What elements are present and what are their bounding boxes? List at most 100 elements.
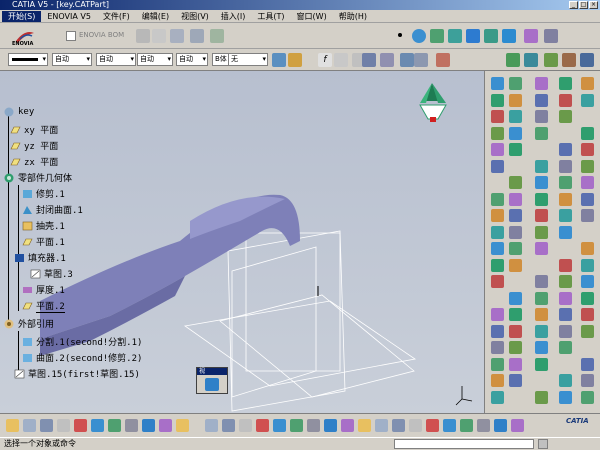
tool-icon[interactable] <box>581 176 594 189</box>
tool-icon[interactable] <box>559 77 572 90</box>
standard-tool-icon[interactable] <box>176 419 189 432</box>
tool-icon[interactable] <box>509 258 522 272</box>
tool-icon[interactable] <box>491 225 504 239</box>
standard-tool-icon[interactable] <box>256 419 269 432</box>
tool-icon[interactable] <box>535 308 548 321</box>
tool-icon[interactable] <box>581 77 594 90</box>
tool-icon[interactable] <box>509 308 522 321</box>
tool-icon[interactable] <box>509 341 522 354</box>
view-mode-icon[interactable] <box>205 378 219 391</box>
tool-icon[interactable] <box>535 110 548 123</box>
snap-icon[interactable] <box>152 29 166 43</box>
tool-icon[interactable] <box>491 209 504 222</box>
menu-view[interactable]: 视图(V) <box>175 11 215 22</box>
tool-icon[interactable] <box>535 291 548 305</box>
tree-zx-plane[interactable]: zx 平面 <box>10 155 58 168</box>
measure-icon[interactable] <box>400 53 414 67</box>
tool-icon[interactable] <box>581 209 594 222</box>
tool-icon[interactable] <box>559 93 572 107</box>
menu-edit[interactable]: 编辑(E) <box>136 11 175 22</box>
standard-tool-icon[interactable] <box>494 419 507 432</box>
tool-icon[interactable] <box>559 390 572 404</box>
standard-tool-icon[interactable] <box>125 419 138 432</box>
tool-icon[interactable] <box>535 242 548 255</box>
tool-icon[interactable] <box>491 159 504 173</box>
maximize-button[interactable]: □ <box>579 1 588 9</box>
healing-icon[interactable] <box>524 53 538 67</box>
join-icon[interactable] <box>506 53 520 67</box>
tool-icon[interactable] <box>559 225 572 239</box>
tool-icon[interactable] <box>535 357 548 371</box>
tool-icon[interactable] <box>581 291 594 305</box>
tool-icon[interactable] <box>509 357 522 371</box>
tool-icon[interactable] <box>491 308 504 321</box>
standard-tool-icon[interactable] <box>142 419 155 432</box>
menu-help[interactable]: 帮助(H) <box>333 11 373 22</box>
tool-icon[interactable] <box>509 77 522 90</box>
tool-icon[interactable] <box>509 143 522 156</box>
tool-icon[interactable] <box>535 209 548 222</box>
tool-icon[interactable] <box>509 374 522 387</box>
tree-surface2[interactable]: 曲面.2(second!修剪.2) <box>22 351 142 364</box>
standard-tool-icon[interactable] <box>477 419 490 432</box>
standard-tool-icon[interactable] <box>443 419 456 432</box>
tool-icon[interactable] <box>559 209 572 222</box>
knowledge-icon[interactable] <box>210 29 224 43</box>
table-icon[interactable] <box>362 53 376 67</box>
menu-insert[interactable]: 插入(I) <box>215 11 252 22</box>
tool-icon[interactable] <box>581 159 594 173</box>
close-button[interactable]: × <box>589 1 598 9</box>
tool-icon[interactable] <box>491 110 504 123</box>
tree-trim1[interactable]: 修剪.1 <box>22 187 65 200</box>
revolve-icon[interactable] <box>466 29 480 43</box>
tree-plane1[interactable]: 平面.1 <box>22 235 65 248</box>
tool-icon[interactable] <box>581 390 594 404</box>
tool-icon[interactable] <box>509 324 522 338</box>
tool-icon[interactable] <box>559 374 572 387</box>
tool-icon[interactable] <box>535 192 548 206</box>
standard-tool-icon[interactable] <box>40 419 53 432</box>
standard-tool-icon[interactable] <box>222 419 235 432</box>
trim-icon[interactable] <box>580 53 594 67</box>
sweep-icon[interactable] <box>430 29 444 43</box>
tree-shell1[interactable]: 抽壳.1 <box>22 219 65 232</box>
standard-tool-icon[interactable] <box>74 419 87 432</box>
tool-icon[interactable] <box>581 126 594 140</box>
tool-icon[interactable] <box>581 143 594 156</box>
tool-icon[interactable] <box>491 93 504 107</box>
command-input[interactable] <box>394 439 534 449</box>
tool-icon[interactable] <box>559 308 572 321</box>
extrude-icon[interactable] <box>448 29 462 43</box>
menu-file[interactable]: 文件(F) <box>97 11 136 22</box>
tool-icon[interactable] <box>491 390 504 404</box>
standard-tool-icon[interactable] <box>375 419 388 432</box>
standard-tool-icon[interactable] <box>460 419 473 432</box>
tool-icon[interactable] <box>535 225 548 239</box>
formula-icon[interactable]: f <box>318 53 332 67</box>
tool-icon[interactable] <box>559 275 572 288</box>
tool-icon[interactable] <box>491 143 504 156</box>
fill-icon[interactable] <box>484 29 498 43</box>
standard-tool-icon[interactable] <box>159 419 172 432</box>
tree-thickness1[interactable]: 厚度.1 <box>22 283 65 296</box>
tool-icon[interactable] <box>535 126 548 140</box>
tool-icon[interactable] <box>491 242 504 255</box>
tool-icon[interactable] <box>491 357 504 371</box>
tree-sketch3[interactable]: 草图.3 <box>30 267 73 280</box>
tree-split1[interactable]: 分割.1(second!分割.1) <box>22 335 142 348</box>
standard-tool-icon[interactable] <box>273 419 286 432</box>
transparency-combo[interactable]: 自动 <box>52 53 92 66</box>
tool-icon[interactable] <box>509 176 522 189</box>
apply-material-icon[interactable] <box>544 29 558 43</box>
analysis-icon[interactable] <box>414 53 428 67</box>
tool-icon[interactable] <box>535 341 548 354</box>
painter-icon[interactable] <box>272 53 286 67</box>
tree-yz-plane[interactable]: yz 平面 <box>10 139 58 152</box>
standard-tool-icon[interactable] <box>511 419 524 432</box>
layer-combo[interactable]: 无 <box>228 53 268 66</box>
tool-icon[interactable] <box>581 242 594 255</box>
tool-icon[interactable] <box>535 93 548 107</box>
tool-icon[interactable] <box>491 275 504 288</box>
standard-tool-icon[interactable] <box>409 419 422 432</box>
grid-icon[interactable] <box>380 53 394 67</box>
